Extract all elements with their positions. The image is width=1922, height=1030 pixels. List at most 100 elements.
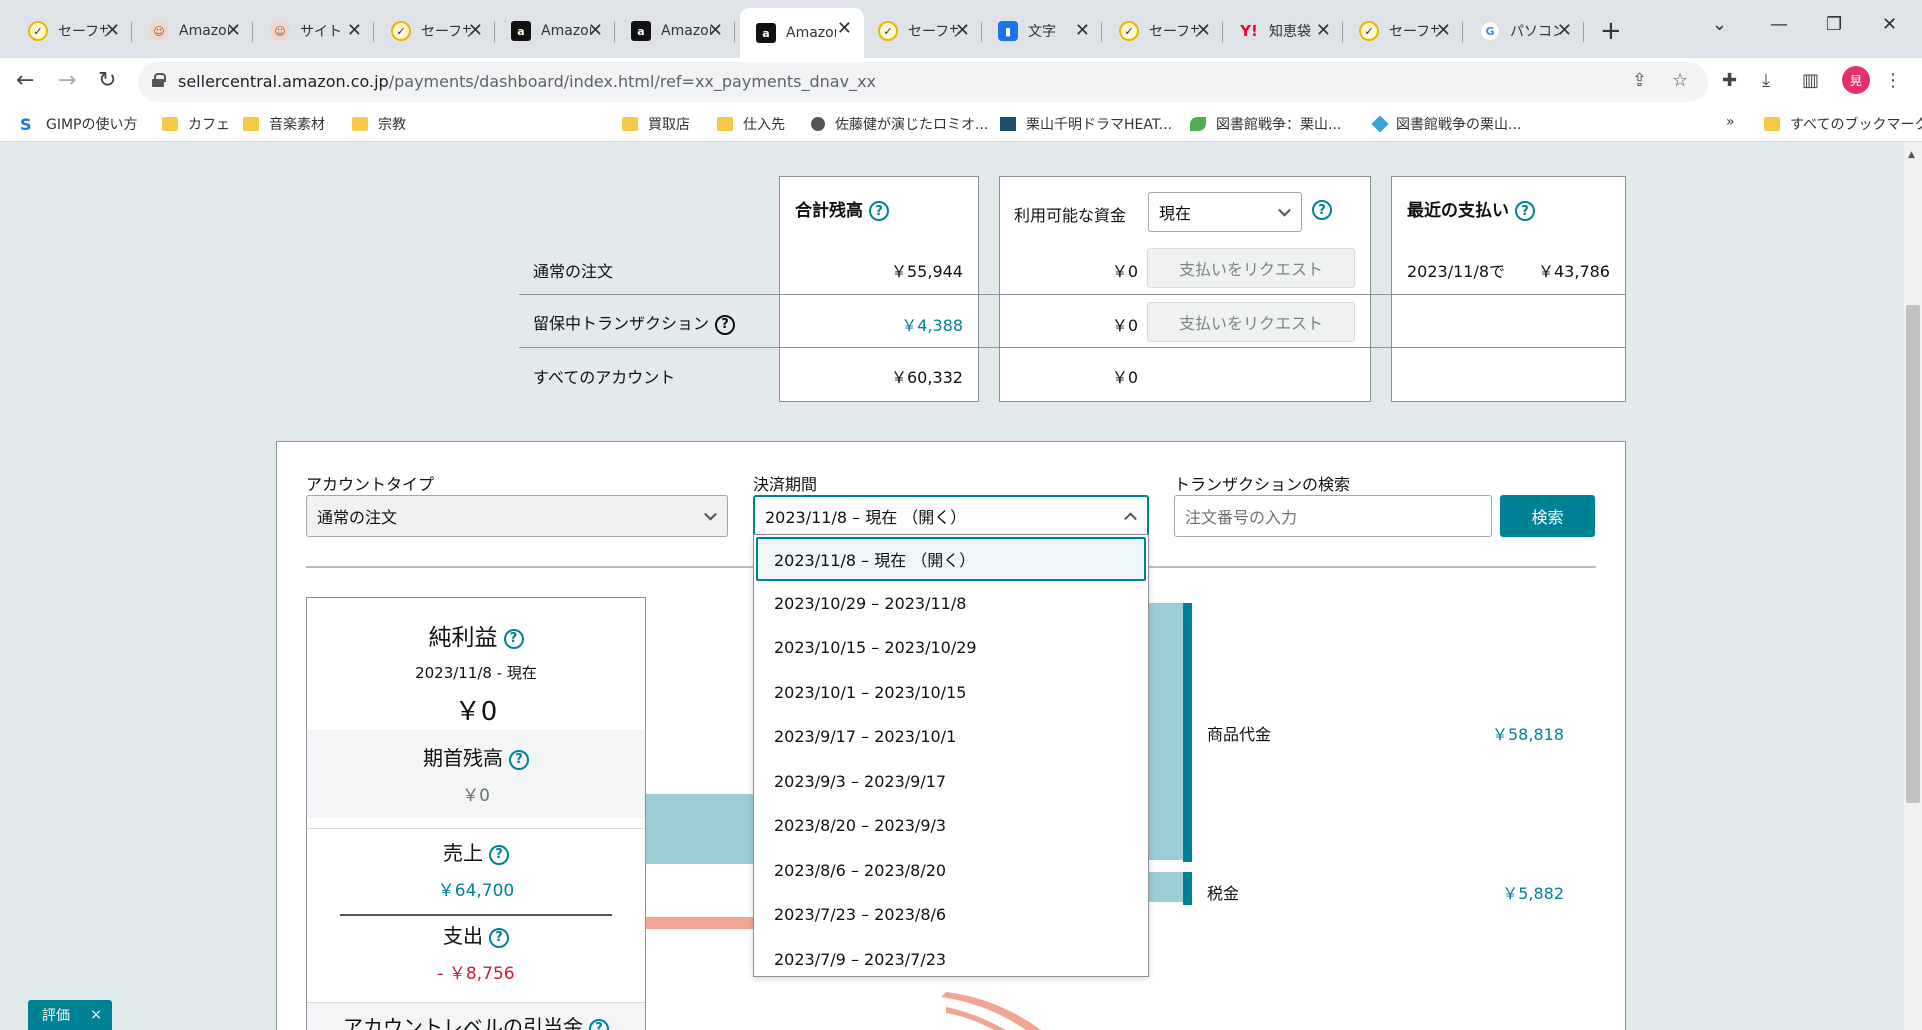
folder-icon <box>162 117 178 131</box>
period-option[interactable]: 2023/10/15 – 2023/10/29 <box>754 628 1148 668</box>
menu-icon[interactable]: ⋮ <box>1884 70 1902 91</box>
period-option[interactable]: 2023/10/1 – 2023/10/15 <box>754 672 1148 712</box>
close-window-icon[interactable]: ✕ <box>1882 14 1897 35</box>
globe-icon <box>811 117 825 131</box>
tab-close-icon[interactable]: ✕ <box>226 20 241 41</box>
help-icon[interactable]: ? <box>589 1018 609 1030</box>
tab-close-icon[interactable]: ✕ <box>105 20 120 41</box>
share-icon[interactable]: ⇪ <box>1632 70 1647 91</box>
help-icon[interactable]: ? <box>715 314 736 335</box>
tab-close-icon[interactable]: ✕ <box>1196 20 1211 41</box>
folder-icon <box>1764 117 1780 131</box>
search-button[interactable]: 検索 <box>1500 495 1595 537</box>
restore-icon[interactable]: ❐ <box>1826 14 1842 35</box>
browser-tab[interactable]: ✓ セーフサー✕ <box>1343 10 1463 52</box>
browser-tab[interactable]: a Amazon✕ <box>495 10 615 52</box>
period-option[interactable]: 2023/8/6 – 2023/8/20 <box>754 850 1148 890</box>
expense-flow-band <box>646 917 753 929</box>
tab-close-icon[interactable]: ✕ <box>588 20 603 41</box>
bookmark-item[interactable]: 仕入先 <box>717 114 785 134</box>
help-icon[interactable]: ? <box>869 201 889 221</box>
close-icon[interactable]: × <box>90 1007 102 1023</box>
browser-tab[interactable]: a Amazon✕ <box>615 10 735 52</box>
browser-tab[interactable]: a Amazon✕ <box>740 8 864 58</box>
net-profit-title: 純利益 <box>428 625 498 651</box>
period-option[interactable]: 2023/11/8 – 現在 （開く） <box>756 537 1146 581</box>
period-option[interactable]: 2023/8/20 – 2023/9/3 <box>754 806 1148 846</box>
bookmark-item[interactable]: 栗山千明ドラマHEAT... <box>1000 114 1172 134</box>
period-option[interactable]: 2023/10/29 – 2023/11/8 <box>754 583 1148 623</box>
bookmark-item[interactable]: 佐藤健が演じたロミオ... <box>811 114 988 134</box>
new-tab-button[interactable]: + <box>1600 16 1622 46</box>
bookmark-label: 図書館戦争の栗山... <box>1396 117 1522 133</box>
browser-tab[interactable]: Y! 知恵袋 ✕ <box>1223 10 1343 52</box>
period-option[interactable]: 2023/9/17 – 2023/10/1 <box>754 717 1148 757</box>
browser-tab[interactable]: G パソコン ✕ <box>1464 10 1584 52</box>
extensions-icon[interactable]: ✚ <box>1722 70 1737 91</box>
bookmark-item[interactable]: カフェ <box>162 114 230 134</box>
request-payment-button[interactable]: 支払いをリクエスト <box>1147 248 1355 288</box>
check-favicon-icon: ✓ <box>878 21 898 41</box>
all-bookmarks-folder[interactable]: すべてのブックマーク <box>1764 114 1922 134</box>
address-bar[interactable]: sellercentral.amazon.co.jp/payments/dash… <box>138 62 1708 102</box>
help-icon[interactable]: ? <box>489 844 509 865</box>
opening-balance-section: 期首残高? ￥0 <box>307 730 645 818</box>
reload-icon[interactable]: ↻ <box>98 68 116 93</box>
order-number-input[interactable]: 注文番号の入力 <box>1174 495 1492 537</box>
available-funds-select[interactable]: 現在 <box>1148 192 1302 232</box>
bookmark-item[interactable]: 買取店 <box>622 114 690 134</box>
tab-close-icon[interactable]: ✕ <box>1436 20 1451 41</box>
bookmark-item[interactable]: 図書館戦争：栗山... <box>1190 114 1341 134</box>
help-icon[interactable]: ? <box>1312 200 1332 220</box>
period-option[interactable]: 2023/7/9 – 2023/7/23 <box>754 939 1148 979</box>
tab-close-icon[interactable]: ✕ <box>347 20 362 41</box>
check-favicon-icon: ✓ <box>1359 21 1379 41</box>
browser-tab[interactable]: ✓ セーフサー✕ <box>1103 10 1223 52</box>
total-all-accounts: ￥60,332 <box>891 368 963 387</box>
download-icon[interactable]: ⤓ <box>1762 70 1770 91</box>
browser-tab[interactable]: ☺ Amazon✕ <box>133 10 253 52</box>
bookmark-item[interactable]: 図書館戦争の栗山... <box>1371 114 1522 134</box>
tab-close-icon[interactable]: ✕ <box>1075 20 1090 41</box>
scroll-up-icon[interactable]: ▲ <box>1908 150 1915 160</box>
help-icon[interactable]: ? <box>489 927 509 948</box>
side-panel-icon[interactable]: ▥ <box>1802 70 1819 91</box>
browser-tab[interactable]: ▮ 文字 ✕ <box>982 10 1102 52</box>
minimize-icon[interactable]: — <box>1770 14 1788 35</box>
tab-close-icon[interactable]: ✕ <box>1316 20 1331 41</box>
chevron-down-icon <box>1278 203 1291 217</box>
tab-separator <box>1101 22 1102 42</box>
bookmarks-more-icon[interactable]: » <box>1726 114 1735 130</box>
tab-close-icon[interactable]: ✕ <box>837 18 852 39</box>
feedback-tab[interactable]: 評価 × <box>28 1000 112 1030</box>
period-option[interactable]: 2023/7/23 – 2023/8/6 <box>754 895 1148 935</box>
browser-tab[interactable]: ✓ セーフサー✕ <box>12 10 132 52</box>
help-icon[interactable]: ? <box>509 749 529 770</box>
tab-title: Amazon <box>786 25 836 41</box>
profile-avatar[interactable]: 晃 <box>1842 66 1870 94</box>
help-icon[interactable]: ? <box>1515 201 1535 221</box>
tab-search-icon[interactable]: ⌄ <box>1712 14 1727 35</box>
bookmark-item[interactable]: 宗教 <box>352 114 406 134</box>
browser-tab[interactable]: ✓ セーフサー✕ <box>375 10 495 52</box>
settlement-period-select[interactable]: 2023/11/8 – 現在 （開く） <box>753 495 1149 537</box>
period-option[interactable]: 2023/9/3 – 2023/9/17 <box>754 761 1148 801</box>
request-payment-button[interactable]: 支払いをリクエスト <box>1147 302 1355 342</box>
tab-close-icon[interactable]: ✕ <box>1557 20 1572 41</box>
help-icon[interactable]: ? <box>503 628 524 649</box>
browser-tab[interactable]: ☺ サイト ✕ <box>254 10 374 52</box>
account-type-select[interactable]: 通常の注文 <box>306 495 728 537</box>
forward-icon[interactable]: → <box>58 68 76 93</box>
row-label-all-accounts: すべてのアカウント <box>533 368 676 387</box>
tab-close-icon[interactable]: ✕ <box>708 20 723 41</box>
total-reserved-transactions[interactable]: ￥4,388 <box>800 312 963 336</box>
bookmark-item[interactable]: 音楽素材 <box>243 114 325 134</box>
bookmark-item[interactable]: S GIMPの使い方 <box>20 114 138 134</box>
scrollbar-thumb[interactable] <box>1906 305 1920 803</box>
back-icon[interactable]: ← <box>16 68 34 93</box>
bookmark-star-icon[interactable]: ☆ <box>1672 70 1688 91</box>
tab-close-icon[interactable]: ✕ <box>955 20 970 41</box>
tab-title: セーフサー <box>908 24 958 40</box>
tab-close-icon[interactable]: ✕ <box>468 20 483 41</box>
browser-tab[interactable]: ✓ セーフサー✕ <box>862 10 982 52</box>
